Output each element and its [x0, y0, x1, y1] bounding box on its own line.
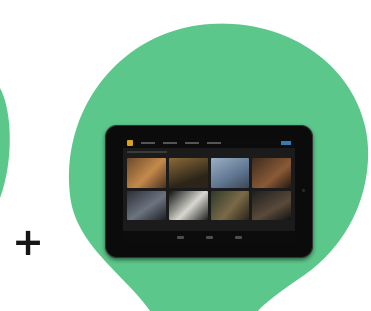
video-grid [127, 158, 291, 220]
video-thumbnail[interactable] [210, 158, 250, 188]
recent-apps-icon[interactable] [234, 235, 242, 239]
video-thumbnail[interactable] [210, 190, 250, 220]
video-thumbnail[interactable] [127, 158, 166, 188]
video-thumbnail[interactable] [127, 190, 166, 220]
tablet-device [105, 125, 313, 258]
app-logo-icon [127, 140, 133, 146]
back-icon[interactable] [176, 235, 184, 239]
plus-sign: + [12, 220, 44, 264]
video-thumbnail[interactable] [168, 190, 208, 220]
tablet-screen [123, 138, 295, 243]
video-thumbnail[interactable] [168, 158, 208, 188]
android-nav-bar [123, 231, 295, 243]
section-header [127, 151, 167, 153]
app-top-bar [123, 138, 295, 148]
app-tab[interactable] [141, 142, 155, 144]
home-icon[interactable] [205, 235, 213, 239]
app-tab[interactable] [207, 142, 221, 144]
video-thumbnail[interactable] [252, 190, 291, 220]
tablet-camera [302, 189, 305, 192]
app-tab[interactable] [185, 142, 199, 144]
video-thumbnail[interactable] [252, 158, 291, 188]
app-tab[interactable] [163, 142, 177, 144]
status-icons [281, 141, 291, 145]
scene: + [0, 0, 371, 311]
